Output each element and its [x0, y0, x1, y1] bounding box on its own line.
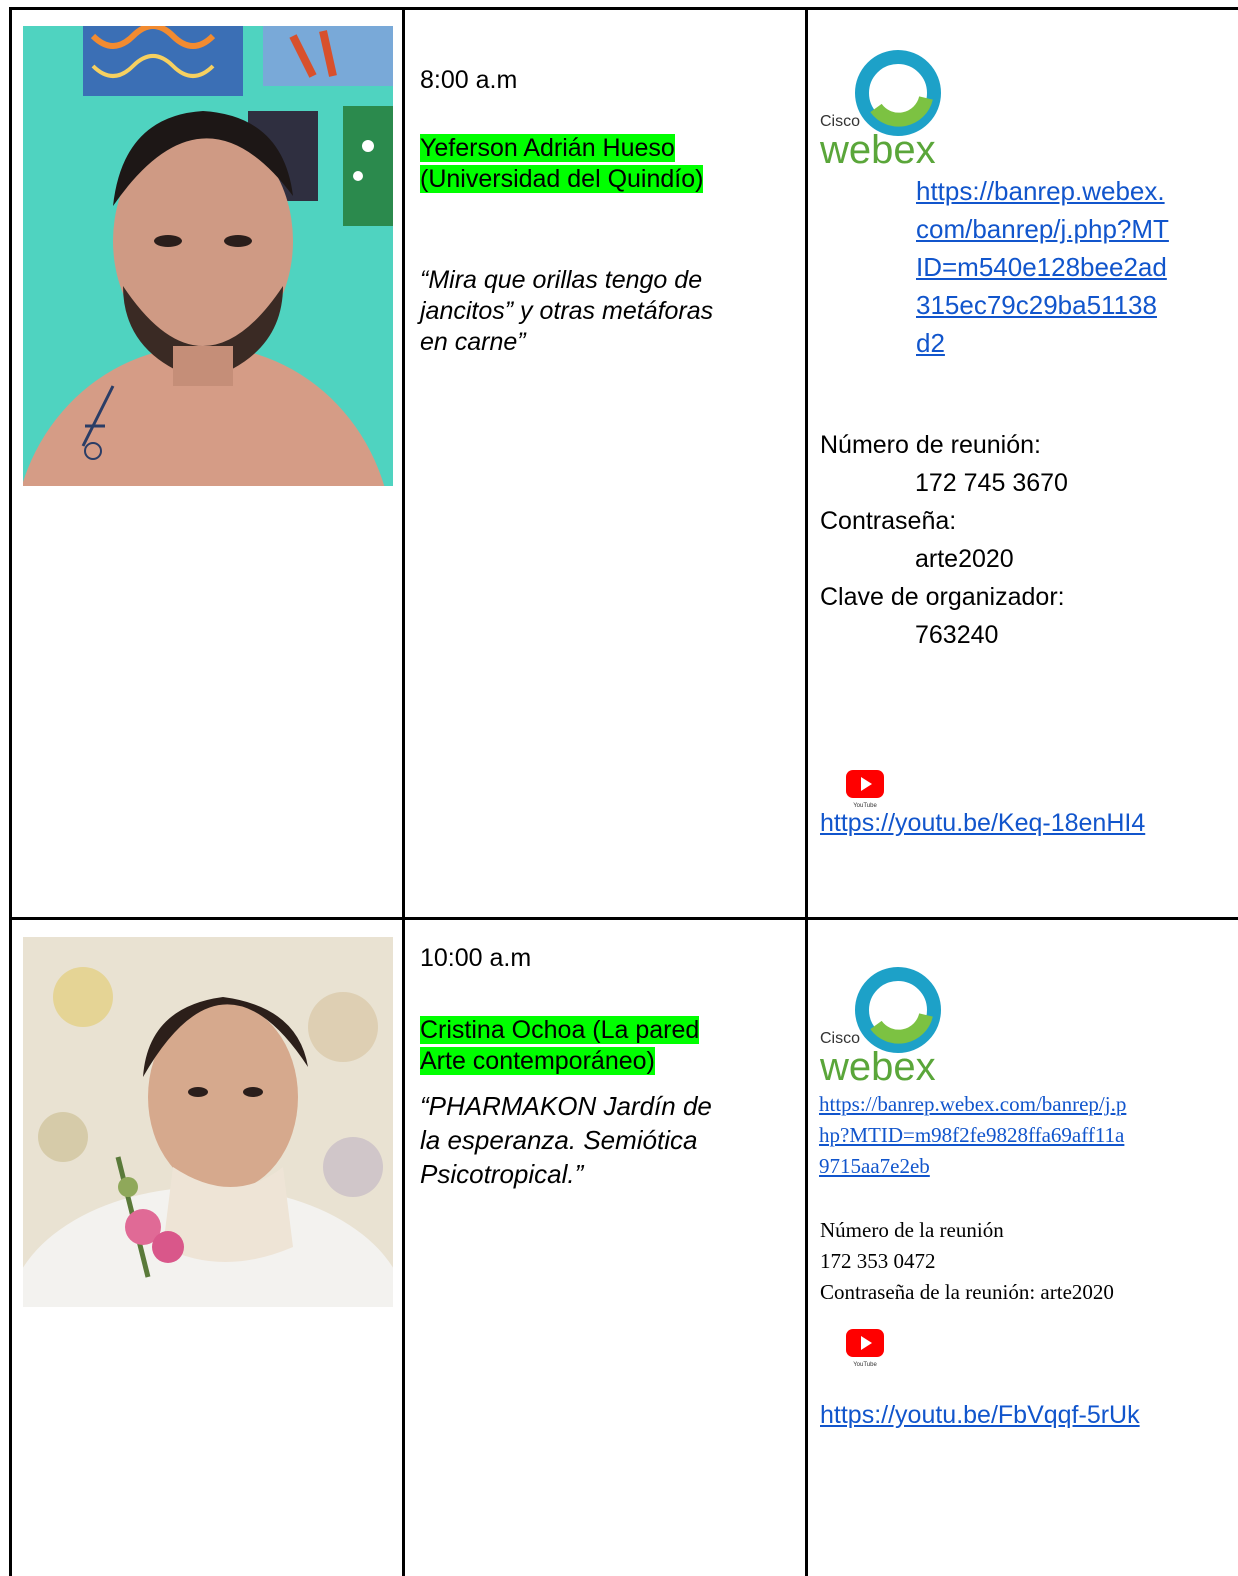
row-divider [10, 917, 1238, 920]
talk-title-line: “Mira que orillas tengo de [420, 266, 703, 294]
speaker-name: Yeferson Adrián Hueso (Universidad del Q… [420, 133, 704, 195]
talk-title: “Mira que orillas tengo de jancitos” y o… [420, 265, 713, 358]
session-time: 10:00 a.m [420, 944, 532, 972]
webex-word-text: webex [819, 1045, 936, 1085]
talk-title-line: la esperanza. Semiótica [420, 1125, 698, 1155]
link-line[interactable]: hp?MTID=m98f2fe9828ffa69aff11a [819, 1120, 1126, 1151]
webex-word-text: webex [819, 128, 936, 168]
youtube-icon: YouTube [843, 1327, 884, 1372]
webex-meeting-link[interactable]: https://banrep.webex.com/banrep/j.p hp?M… [819, 1089, 1126, 1182]
meeting-info: Número de reunión: 172 745 3670 Contrase… [820, 426, 1068, 654]
webex-meeting-link[interactable]: https://banrep.webex. com/banrep/j.php?M… [916, 172, 1169, 362]
webex-logo-icon: Cisco webex [818, 48, 968, 172]
host-key-label: Clave de organizador: [820, 583, 1065, 611]
talk-title-line: en carne” [420, 328, 526, 356]
link-line[interactable]: com/banrep/j.php?MT [916, 210, 1169, 248]
link-line[interactable]: 315ec79c29ba51138 [916, 286, 1169, 324]
speaker-affiliation-line: Arte contemporáneo) [420, 1047, 655, 1075]
host-key-value: 763240 [915, 621, 999, 649]
table-top-border [10, 7, 1238, 10]
youtube-link[interactable]: https://youtu.be/Keq-18enHI4 [820, 804, 1145, 842]
youtube-caption: YouTube [853, 1362, 877, 1368]
password-value: arte2020 [915, 545, 1014, 573]
meeting-number: 172 353 0472 [820, 1249, 936, 1273]
speaker-name: Cristina Ochoa (La pared Arte contemporá… [420, 1015, 700, 1077]
meeting-number-label: Número de reunión: [820, 431, 1041, 459]
speaker-photo [23, 26, 393, 486]
session-time: 8:00 a.m [420, 66, 518, 94]
talk-title: “PHARMAKON Jardín de la esperanza. Semió… [420, 1089, 712, 1191]
speaker-name-line: Yeferson Adrián Hueso [420, 134, 675, 162]
link-line[interactable]: ID=m540e128bee2ad [916, 248, 1169, 286]
talk-title-line: jancitos” y otras metáforas [420, 297, 714, 325]
password-line: Contraseña de la reunión: arte2020 [820, 1280, 1114, 1304]
meeting-info: Número de la reunión 172 353 0472 Contra… [820, 1215, 1114, 1308]
column-divider-1 [402, 7, 405, 1576]
speaker-photo [23, 937, 393, 1307]
youtube-link[interactable]: https://youtu.be/FbVqqf-5rUk [820, 1396, 1140, 1434]
link-line[interactable]: https://banrep.webex.com/banrep/j.p [819, 1089, 1126, 1120]
talk-title-line: Psicotropical.” [420, 1159, 584, 1189]
meeting-number: 172 745 3670 [915, 469, 1068, 497]
talk-title-line: “PHARMAKON Jardín de [420, 1091, 712, 1121]
webex-logo-icon: Cisco webex [818, 965, 968, 1089]
link-line[interactable]: https://banrep.webex. [916, 172, 1169, 210]
link-line[interactable]: d2 [916, 324, 1169, 362]
link-line[interactable]: 9715aa7e2eb [819, 1151, 1126, 1182]
password-label: Contraseña: [820, 507, 957, 535]
column-divider-2 [805, 7, 808, 1576]
table-left-border [9, 7, 12, 1576]
speaker-affiliation-line: (Universidad del Quindío) [420, 165, 704, 193]
meeting-number-label: Número de la reunión [820, 1218, 1004, 1242]
speaker-name-line: Cristina Ochoa (La pared [420, 1016, 700, 1044]
